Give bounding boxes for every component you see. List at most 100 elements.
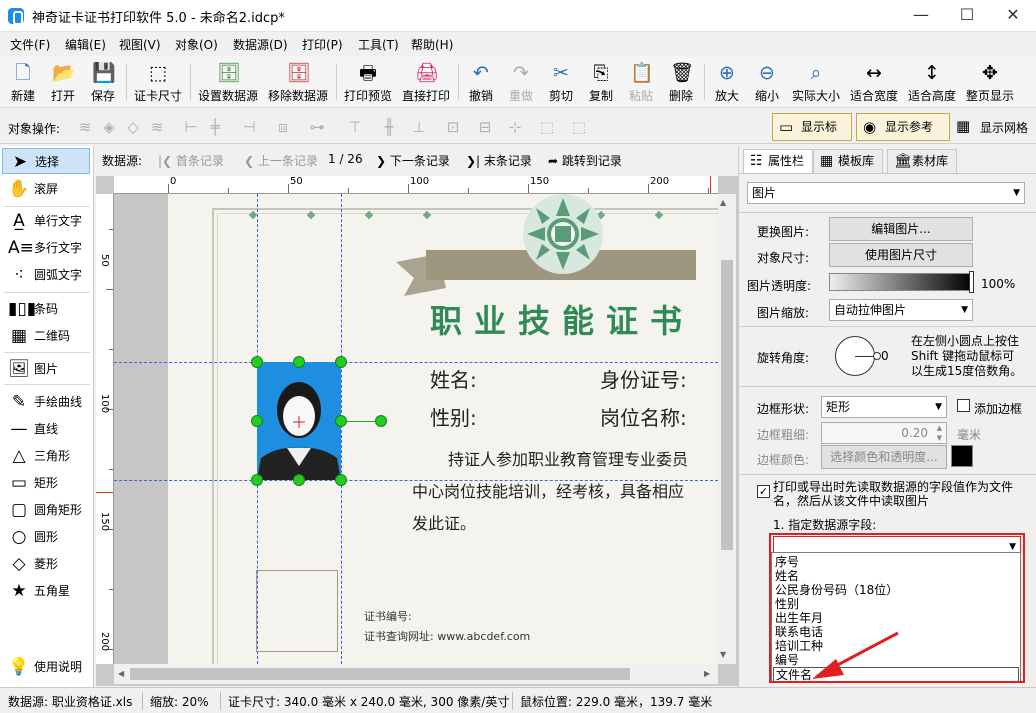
center-page-icon[interactable]: ⊹ (506, 118, 524, 136)
close-button[interactable]: ✕ (990, 0, 1036, 32)
scroll-down-icon[interactable]: ▼ (720, 650, 726, 659)
tool-single-line-text[interactable]: A̲ 单行文字 (2, 208, 90, 234)
read-from-datasource-checkbox[interactable]: ✓ (757, 485, 770, 498)
tab-properties[interactable]: ☷ 属性栏 (743, 149, 814, 173)
paste-button[interactable]: 📋 粘贴 (624, 60, 658, 106)
show-ruler-toggle[interactable]: ▭显示标尺 (772, 113, 852, 160)
group-icon[interactable]: ⬚ (538, 118, 556, 136)
vertical-scrollbar[interactable]: ▲ ▼ (718, 194, 736, 664)
photo-image[interactable] (257, 362, 341, 480)
edit-image-button[interactable]: 编辑图片... (829, 217, 973, 241)
horizontal-scroll-thumb[interactable] (130, 668, 630, 680)
fit-width-button[interactable]: ↔ 适合宽度 (848, 60, 900, 106)
object-type-select[interactable]: 图片 ▼ (747, 182, 1025, 204)
align-left-icon[interactable]: ⊢ (182, 118, 200, 136)
undo-button[interactable]: ↶ 撤销 (464, 60, 498, 106)
same-height-icon[interactable]: ⊟ (476, 118, 494, 136)
use-image-size-button[interactable]: 使用图片尺寸 (829, 243, 973, 267)
tool-triangle[interactable]: △ 三角形 (2, 443, 90, 469)
zoom-out-button[interactable]: ⊖ 缩小 (750, 60, 784, 106)
tool-multi-line-text[interactable]: A≡ 多行文字 (2, 235, 90, 261)
border-width-input[interactable]: 0.20 ▲ ▼ (821, 422, 947, 444)
resize-handle[interactable] (251, 356, 263, 368)
tool-arc-text[interactable]: ⁖ 圆弧文字 (2, 262, 90, 288)
border-color-button[interactable]: 选择颜色和透明度... (821, 445, 947, 469)
tool-barcode[interactable]: ▮▯▮ 条码 (2, 296, 90, 322)
horizontal-scrollbar[interactable]: ◀ ▶ (114, 664, 718, 684)
tab-templates[interactable]: ▦ 模板库 (813, 149, 884, 173)
align-top-icon[interactable]: ⊤ (346, 118, 364, 136)
tool-star[interactable]: ★ 五角星 (2, 578, 90, 604)
certificate-page[interactable]: 职业技能证书 姓名: 身份证号: 性别: 岗位名称: 持证人参加职业教育管理专业… (168, 194, 718, 664)
send-backward-icon[interactable]: ◇ (124, 118, 142, 136)
border-shape-select[interactable]: 矩形 ▼ (821, 396, 947, 418)
open-button[interactable]: 📂 打开 (46, 60, 80, 106)
tool-image[interactable]: 🖼 图片 (2, 356, 90, 382)
tool-rectangle[interactable]: ▭ 矩形 (2, 470, 90, 496)
save-button[interactable]: 💾 保存 (86, 60, 120, 106)
align-middle-icon[interactable]: ╫ (380, 118, 398, 136)
actual-size-button[interactable]: ⌕ 实际大小 (790, 60, 842, 106)
tool-line[interactable]: — 直线 (2, 416, 90, 442)
ungroup-icon[interactable]: ⬚ (570, 118, 588, 136)
bring-forward-icon[interactable]: ◈ (100, 118, 118, 136)
opacity-slider-thumb[interactable] (969, 271, 974, 293)
guide-line[interactable] (114, 480, 718, 481)
distribute-h-icon[interactable]: ⧈ (274, 118, 292, 136)
guide-line[interactable] (341, 194, 342, 664)
zoom-in-button[interactable]: ⊕ 放大 (710, 60, 744, 106)
tool-select[interactable]: ➤ 选择 (2, 148, 90, 174)
menu-edit[interactable]: 编辑(E) (65, 36, 106, 53)
cut-button[interactable]: ✂ 剪切 (544, 60, 578, 106)
tool-rounded-rectangle[interactable]: ▢ 圆角矩形 (2, 497, 90, 523)
remove-datasource-button[interactable]: 🗄 移除数据源 (266, 60, 330, 106)
menu-help[interactable]: 帮助(H) (411, 36, 453, 53)
show-guides-toggle[interactable]: ◉显示参考线 (856, 113, 950, 160)
distribute-v-icon[interactable]: ⊶ (308, 118, 326, 136)
first-record-button[interactable]: |❮ 首条记录 (158, 152, 224, 169)
fit-height-button[interactable]: ↕ 适合高度 (906, 60, 958, 106)
prev-record-button[interactable]: ❮ 上一条记录 (244, 152, 318, 169)
scroll-up-icon[interactable]: ▲ (720, 198, 726, 207)
menu-tools[interactable]: 工具(T) (358, 36, 399, 53)
bring-front-icon[interactable]: ≋ (76, 118, 94, 136)
rotate-handle[interactable] (375, 415, 387, 427)
tool-freehand[interactable]: ✎ 手绘曲线 (2, 389, 90, 415)
show-grid-toggle[interactable]: 显示网格 (980, 119, 1028, 136)
align-center-icon[interactable]: ╪ (206, 118, 224, 136)
same-width-icon[interactable]: ⊡ (444, 118, 462, 136)
tool-diamond[interactable]: ◇ 菱形 (2, 551, 90, 577)
menu-datasource[interactable]: 数据源(D) (233, 36, 288, 53)
tool-help[interactable]: 💡 使用说明 (2, 654, 90, 680)
menu-object[interactable]: 对象(O) (175, 36, 218, 53)
resize-handle[interactable] (293, 356, 305, 368)
border-color-swatch[interactable] (951, 445, 973, 467)
guide-line[interactable] (114, 362, 718, 363)
resize-handle[interactable] (251, 415, 263, 427)
card-size-button[interactable]: ⬚ 证卡尺寸 (132, 60, 184, 106)
align-right-icon[interactable]: ⊣ (240, 118, 258, 136)
tab-materials[interactable]: 🏛 素材库 (887, 149, 958, 173)
scroll-right-icon[interactable]: ▶ (704, 669, 710, 678)
grid-icon[interactable]: ▦ (956, 118, 970, 134)
fit-page-button[interactable]: ✥ 整页显示 (964, 60, 1016, 106)
tool-qrcode[interactable]: ▦ 二维码 (2, 323, 90, 349)
stamp-placeholder[interactable] (256, 570, 338, 652)
set-datasource-button[interactable]: 🗄 设置数据源 (196, 60, 260, 106)
tool-circle[interactable]: ○ 圆形 (2, 524, 90, 550)
menu-file[interactable]: 文件(F) (10, 36, 50, 53)
rotation-dial-knob[interactable] (873, 352, 881, 360)
copy-button[interactable]: ⎘ 复制 (584, 60, 618, 106)
next-record-button[interactable]: ❯ 下一条记录 (376, 152, 450, 169)
jump-record-button[interactable]: ➦ 跳转到记录 (548, 152, 622, 169)
scroll-left-icon[interactable]: ◀ (118, 669, 124, 678)
resize-handle[interactable] (293, 474, 305, 486)
send-back-icon[interactable]: ≋ (148, 118, 166, 136)
menu-print[interactable]: 打印(P) (302, 36, 343, 53)
direct-print-button[interactable]: 🖨 直接打印 (400, 60, 452, 106)
minimize-button[interactable]: — (898, 0, 944, 32)
resize-handle[interactable] (335, 356, 347, 368)
new-button[interactable]: 🗋 新建 (6, 60, 40, 106)
resize-handle[interactable] (335, 415, 347, 427)
maximize-button[interactable]: ☐ (944, 0, 990, 32)
